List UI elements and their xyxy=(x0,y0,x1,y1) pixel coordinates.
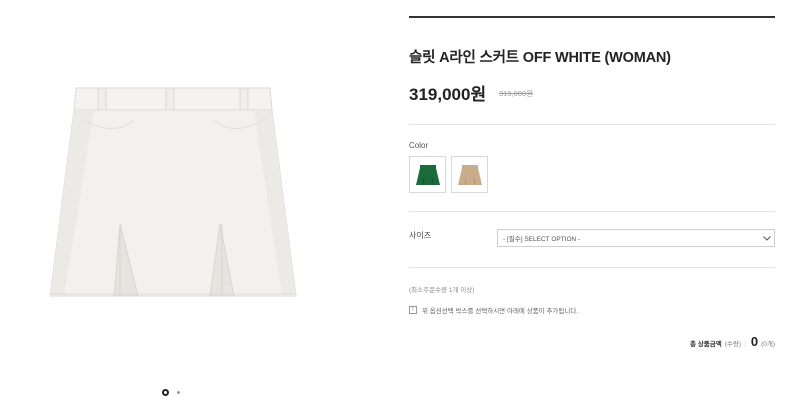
green-skirt-thumbnail xyxy=(415,164,440,185)
color-swatch-beige[interactable] xyxy=(451,156,488,193)
color-label: Color xyxy=(409,141,429,150)
top-divider xyxy=(409,16,775,18)
beige-skirt-thumbnail xyxy=(457,164,482,185)
total-separator: : xyxy=(744,341,746,348)
size-select-value: - [필수] SELECT OPTION - xyxy=(503,236,581,243)
slide-dot-active[interactable] xyxy=(162,389,169,396)
product-title: 슬릿 A라인 스커트 OFF WHITE (WOMAN) xyxy=(409,50,671,66)
total-label: 총 상품금액 xyxy=(690,341,722,348)
info-icon: ! xyxy=(409,306,417,314)
slide-indicator xyxy=(162,389,180,396)
slide-dot[interactable] xyxy=(177,391,180,394)
option-notice-text: 위 옵션선택 박스를 선택하시면 아래에 상품이 추가됩니다. xyxy=(422,308,579,315)
min-order-text: (최소주문수량 1개 이상) xyxy=(409,287,475,294)
total-price: 총 상품금액 (수량) : 0 (0개) xyxy=(690,334,775,349)
divider xyxy=(409,124,775,125)
chevron-down-icon xyxy=(760,235,774,241)
product-image xyxy=(34,74,314,306)
option-notice: ! 위 옵션선택 박스를 선택하시면 아래에 상품이 추가됩니다. xyxy=(409,305,578,315)
color-swatch-green[interactable] xyxy=(409,156,446,193)
sale-price: 319,000원 xyxy=(409,85,487,104)
size-label: 사이즈 xyxy=(409,231,432,240)
total-value: 0 xyxy=(750,334,759,349)
size-select[interactable]: - [필수] SELECT OPTION - xyxy=(497,229,775,247)
divider xyxy=(409,267,775,268)
skirt-illustration xyxy=(49,87,297,297)
product-gallery xyxy=(0,0,340,405)
original-price: 319,000원 xyxy=(499,89,534,98)
item-count: (0개) xyxy=(761,341,775,348)
quantity-label: (수량) xyxy=(724,341,742,348)
divider xyxy=(409,211,775,212)
